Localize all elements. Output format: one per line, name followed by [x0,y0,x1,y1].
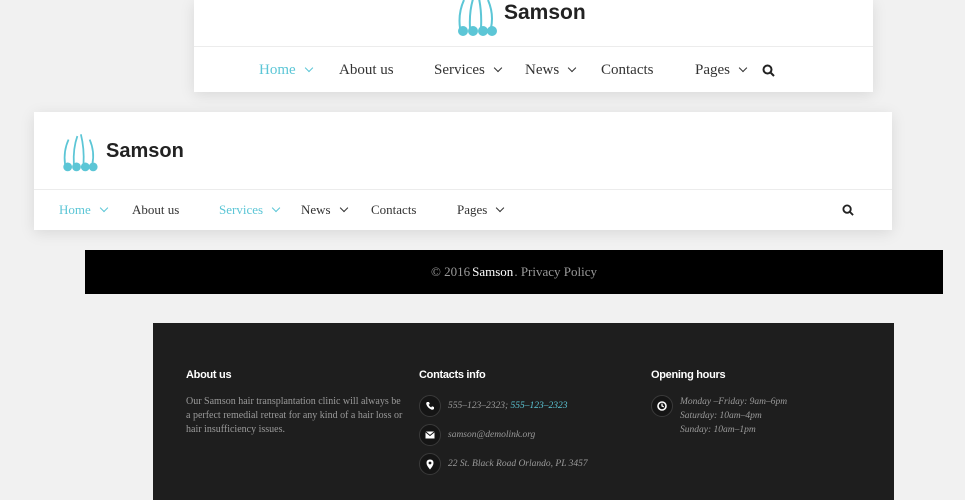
clock-icon [651,395,673,417]
phone-number: 555–123–2323; [448,401,509,411]
nav-home[interactable]: Home [59,190,109,230]
nav-contacts[interactable]: Contacts [371,190,417,230]
hours-sunday: Sunday: 10am–1pm [680,425,756,435]
nav-label: Contacts [371,202,417,217]
nav-news[interactable]: News [301,190,348,230]
search-button[interactable] [762,47,775,93]
address-text: 22 St. Black Road Orlando, PL 3457 [448,459,588,469]
nav-label: Home [259,61,296,78]
logo[interactable]: Samson [454,0,586,38]
nav-news[interactable]: News [525,47,577,93]
hours-saturday: Saturday: 10am–4pm [680,411,762,421]
chevron-down-icon [496,203,505,213]
about-text: Our Samson hair transplantation clinic w… [186,396,403,435]
hair-follicle-icon [458,0,497,36]
footer-contacts: Contacts info 555–123–2323; 555–123–2323… [419,369,588,482]
nav-label: Contacts [601,61,654,78]
hours-list: Monday –Friday: 9am–6pm Saturday: 10am–4… [680,395,787,437]
copyright-bar: © 2016 Samson. Privacy Policy [85,250,943,294]
hair-follicle-icon [63,134,98,172]
nav-label: Pages [457,202,488,217]
nav-about-us[interactable]: About us [339,47,394,93]
header-left: Samson Home About us Services News Conta… [34,112,892,230]
nav-pages[interactable]: Pages [695,47,748,93]
chevron-down-icon [738,63,748,73]
logo-text: Samson [106,139,184,162]
nav-label: Home [59,202,91,217]
search-button[interactable] [842,190,854,230]
logo-text: Samson [504,1,586,24]
envelope-icon [419,424,441,446]
chevron-down-icon [493,63,503,73]
chevron-down-icon [339,203,348,213]
logo[interactable]: Samson [58,129,184,173]
footer: About us Our Samson hair transplantation… [153,323,894,500]
nav-label: Services [219,202,264,217]
logo-bar: Samson [34,112,892,190]
address-row: 22 St. Black Road Orlando, PL 3457 [419,453,588,475]
nav-label: Services [434,61,485,78]
main-nav: Home About us Services News Contacts Pag… [194,47,873,93]
chevron-down-icon [304,63,313,73]
copyright-brand: Samson [472,264,514,279]
nav-about-us[interactable]: About us [132,190,179,230]
nav-label: About us [339,61,394,78]
nav-label: About us [132,202,180,217]
footer-about: About us Our Samson hair transplantation… [186,369,404,437]
chevron-down-icon [99,203,109,213]
about-title: About us [186,369,232,381]
nav-label: News [301,202,331,217]
phone-row: 555–123–2323; 555–123–2323 [419,395,588,417]
nav-pages[interactable]: Pages [457,190,505,230]
nav-label: News [525,61,560,78]
search-icon [842,204,854,216]
hours-weekdays: Monday –Friday: 9am–6pm [680,397,788,407]
nav-contacts[interactable]: Contacts [601,47,654,93]
email-row: samson@demolink.org [419,424,588,446]
nav-services[interactable]: Services [434,47,503,93]
footer-hours: Opening hours Monday –Friday: 9am–6pm Sa… [651,369,787,444]
phone-link[interactable]: 555–123–2323 [511,401,568,411]
map-pin-icon [419,453,441,475]
search-icon [762,64,775,77]
main-nav: Home About us Services News Contacts Pag… [34,190,892,230]
chevron-down-icon [271,203,281,213]
header-centered: Samson Home About us Services News Conta… [194,0,873,92]
email-link[interactable]: samson@demolink.org [448,430,535,440]
hours-title: Opening hours [651,369,726,381]
hours-row: Monday –Friday: 9am–6pm Saturday: 10am–4… [651,395,787,437]
nav-services[interactable]: Services [219,190,281,230]
copyright-prefix: © 2016 [431,264,471,279]
contacts-title: Contacts info [419,369,486,381]
logo-bar: Samson [194,0,873,47]
chevron-down-icon [567,63,577,73]
nav-home[interactable]: Home [259,47,313,93]
phone-icon [419,395,441,417]
nav-label: Pages [695,61,730,78]
privacy-policy-link[interactable]: . Privacy Policy [514,264,597,280]
